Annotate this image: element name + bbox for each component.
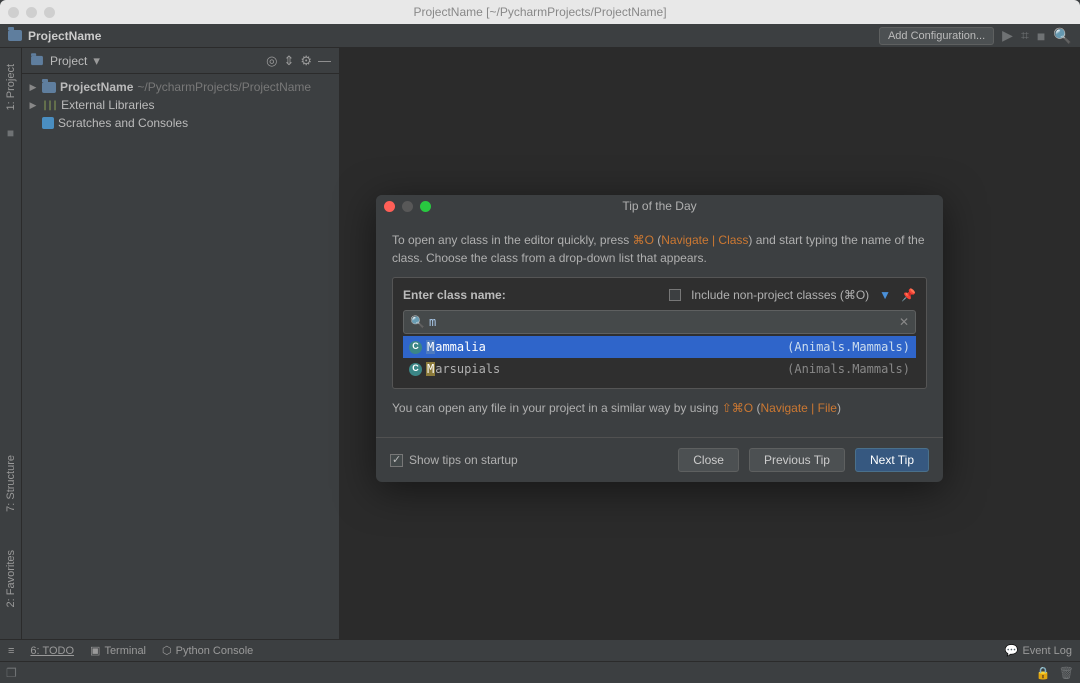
- result-list: C Mammalia (Animals.Mammals) C Marsupial…: [403, 336, 916, 380]
- run-icon[interactable]: ▶: [1002, 27, 1013, 44]
- event-log-tab[interactable]: 💬 Event Log: [1005, 644, 1072, 657]
- search-icon: 🔍: [410, 313, 425, 331]
- clear-icon[interactable]: ✕: [899, 313, 909, 331]
- folder-icon: [31, 56, 43, 65]
- tab-favorites[interactable]: 2: Favorites: [5, 546, 17, 611]
- hide-icon[interactable]: —: [318, 53, 331, 68]
- window-title: ProjectName [~/PycharmProjects/ProjectNa…: [0, 5, 1080, 19]
- class-icon: C: [409, 363, 422, 376]
- dialog-body: To open any class in the editor quickly,…: [376, 217, 943, 437]
- dialog-minimize-icon: [402, 201, 413, 212]
- trash-icon[interactable]: 🗑: [1059, 666, 1074, 680]
- tip-of-the-day-dialog: Tip of the Day To open any class in the …: [376, 195, 943, 482]
- tip-paragraph-2: You can open any file in your project in…: [392, 399, 927, 417]
- search-everywhere-icon[interactable]: 🔍: [1053, 27, 1072, 45]
- folder-icon: [42, 82, 56, 93]
- lock-icon[interactable]: 🔒: [1036, 666, 1051, 680]
- terminal-tab[interactable]: ▣ Terminal: [90, 644, 146, 657]
- project-panel-title[interactable]: Project: [50, 54, 87, 68]
- dialog-zoom-icon[interactable]: [420, 201, 431, 212]
- folder-icon: [8, 30, 22, 41]
- library-icon: |||: [42, 100, 57, 111]
- main-toolbar: ProjectName Add Configuration... ▶ ⌗ ■ 🔍: [0, 24, 1080, 48]
- previous-tip-button[interactable]: Previous Tip: [749, 448, 845, 472]
- window-titlebar: ProjectName [~/PycharmProjects/ProjectNa…: [0, 0, 1080, 24]
- todo-tab[interactable]: 6: TODO: [30, 645, 74, 657]
- project-tab-icon[interactable]: ■: [7, 126, 14, 140]
- include-label: Include non-project classes (⌘O): [691, 286, 869, 304]
- external-label: External Libraries: [61, 98, 154, 112]
- tree-root[interactable]: ▶ ProjectName ~/PycharmProjects/ProjectN…: [28, 78, 333, 96]
- project-tree[interactable]: ▶ ProjectName ~/PycharmProjects/ProjectN…: [22, 74, 339, 136]
- include-nonproject-checkbox[interactable]: [669, 289, 681, 301]
- breadcrumb[interactable]: ProjectName: [8, 29, 101, 43]
- scratch-icon: [42, 117, 54, 129]
- dialog-footer: Show tips on startup Close Previous Tip …: [376, 437, 943, 482]
- dialog-title: Tip of the Day: [376, 199, 943, 213]
- class-icon: C: [409, 341, 422, 354]
- add-configuration-button[interactable]: Add Configuration...: [879, 27, 994, 45]
- pin-icon[interactable]: 📌: [901, 286, 916, 304]
- debug-icon[interactable]: ⌗: [1021, 27, 1029, 44]
- search-input[interactable]: [429, 315, 895, 329]
- close-button[interactable]: Close: [678, 448, 739, 472]
- root-name: ProjectName: [60, 80, 133, 94]
- locate-icon[interactable]: ◎: [266, 53, 277, 69]
- python-console-tab[interactable]: ⬡ Python Console: [162, 644, 253, 657]
- menu-icon[interactable]: ≡: [8, 645, 14, 657]
- show-tips-checkbox[interactable]: Show tips on startup: [390, 453, 518, 467]
- chevron-right-icon[interactable]: ▶: [28, 82, 38, 93]
- collapse-icon[interactable]: ⇕: [283, 53, 294, 69]
- dialog-titlebar[interactable]: Tip of the Day: [376, 195, 943, 217]
- tip-paragraph-1: To open any class in the editor quickly,…: [392, 231, 927, 267]
- tree-scratches[interactable]: Scratches and Consoles: [28, 114, 333, 132]
- checkbox-checked-icon: [390, 454, 403, 467]
- class-search-preview: Enter class name: Include non-project cl…: [392, 277, 927, 389]
- status-window-icon[interactable]: ❐: [6, 666, 17, 680]
- search-label: Enter class name:: [403, 286, 506, 304]
- dialog-close-icon[interactable]: [384, 201, 395, 212]
- dropdown-icon[interactable]: ▾: [93, 53, 100, 69]
- project-panel-header: Project ▾ ◎ ⇕ ⚙ —: [22, 48, 339, 74]
- tree-external-libs[interactable]: ▶ ||| External Libraries: [28, 96, 333, 114]
- tab-project[interactable]: 1: Project: [5, 60, 17, 114]
- gear-icon[interactable]: ⚙: [300, 53, 312, 69]
- project-tool-window: Project ▾ ◎ ⇕ ⚙ — ▶ ProjectName ~/Pychar…: [22, 48, 340, 639]
- chevron-right-icon[interactable]: ▶: [28, 100, 38, 111]
- tab-structure[interactable]: 7: Structure: [5, 451, 17, 516]
- breadcrumb-text: ProjectName: [28, 29, 101, 43]
- result-item[interactable]: C Mammalia (Animals.Mammals): [403, 336, 916, 358]
- root-path: ~/PycharmProjects/ProjectName: [137, 80, 311, 94]
- search-input-row[interactable]: 🔍 ✕: [403, 310, 916, 334]
- result-item[interactable]: C Marsupials (Animals.Mammals): [403, 358, 916, 380]
- bottom-tool-bar: ≡ 6: TODO ▣ Terminal ⬡ Python Console 💬 …: [0, 639, 1080, 661]
- left-tool-stripe: 1: Project ■ 7: Structure 2: Favorites ★: [0, 48, 22, 661]
- filter-icon[interactable]: ▼: [879, 286, 891, 304]
- stop-icon[interactable]: ■: [1037, 28, 1045, 44]
- next-tip-button[interactable]: Next Tip: [855, 448, 929, 472]
- scratch-label: Scratches and Consoles: [58, 116, 188, 130]
- status-bar: ❐ 🔒 🗑: [0, 661, 1080, 683]
